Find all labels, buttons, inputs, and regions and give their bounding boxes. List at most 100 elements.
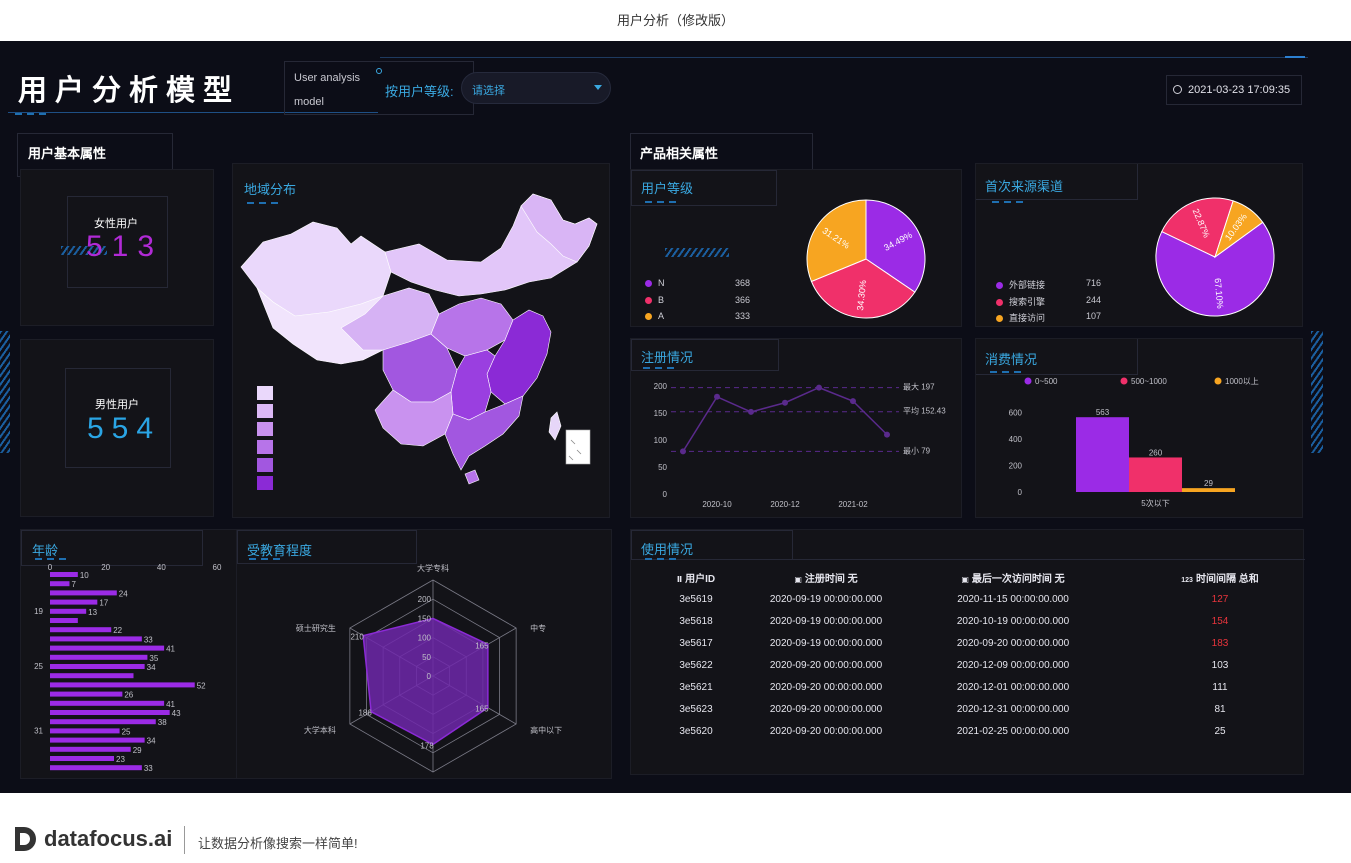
page-title-bar: 用户分析（修改版） — [0, 0, 1351, 41]
south-sea-inset — [565, 429, 591, 465]
registration-panel: 注册情况 0 50 100 150 200 最大 197 平均 152.43 最小 79 202… — [630, 338, 962, 518]
cell-last-visit: 2020-10-19 00:00:00.000 — [956, 615, 1070, 627]
age-bar[interactable] — [50, 572, 78, 577]
legend-item: A — [645, 311, 664, 321]
map-legend-swatch — [257, 404, 273, 418]
legend-label: A — [658, 311, 665, 321]
age-bar[interactable] — [50, 618, 78, 623]
table-row[interactable]: 3e5618 2020-09-19 00:00:00.000 2020-10-19 … — [631, 610, 1305, 632]
age-bar[interactable] — [50, 581, 70, 587]
age-bar[interactable] — [50, 719, 156, 725]
map-legend-swatch — [257, 440, 273, 454]
cell-register-time: 2020-09-20 00:00:00.000 — [769, 725, 883, 737]
map-region-south-central — [450, 349, 496, 421]
data-point[interactable] — [884, 431, 890, 438]
age-bar[interactable] — [50, 710, 170, 715]
bar[interactable] — [1076, 417, 1129, 492]
map-legend-swatch — [257, 476, 273, 490]
header-dash — [15, 113, 49, 115]
filter-label: 按用户等级: — [385, 84, 454, 99]
usage-table-header: Ⅱ 用户ID ▣ 注册时间 无 ▣ 最后一次访问时间 无 123 时间间隔 总和 — [631, 566, 1305, 588]
age-bar[interactable] — [50, 608, 87, 614]
legend-label: B — [658, 294, 665, 305]
cell-user-id: 3e5623 — [679, 703, 713, 715]
data-point[interactable] — [680, 448, 686, 455]
data-point[interactable] — [714, 393, 720, 400]
age-bar[interactable] — [50, 765, 142, 771]
side-hatch-left — [0, 331, 10, 453]
map-legend-swatch — [257, 422, 273, 436]
age-bar[interactable] — [50, 682, 195, 688]
level-select-value: 请选择 — [472, 85, 505, 97]
age-bar[interactable] — [50, 691, 123, 697]
table-row[interactable]: 3e5619 2020-09-19 00:00:00.000 2020-11-15 … — [631, 588, 1305, 610]
age-title: 年龄 — [32, 543, 59, 558]
female-panel: 女性用户 513 — [20, 169, 214, 326]
cell-user-id: 3e5620 — [679, 725, 713, 737]
education-panel: 受教育程度 050100150200大学专科中专165高中以下165博士研究生1… — [236, 529, 612, 779]
age-bar[interactable] — [50, 627, 112, 633]
col-interval-sum[interactable]: 123 时间间隔 总和 — [1135, 566, 1305, 588]
legend-label: N — [658, 278, 665, 288]
table-row[interactable]: 3e5622 2020-09-20 00:00:00.000 2020-12-09 … — [631, 654, 1305, 676]
age-bar[interactable] — [50, 636, 142, 642]
data-point[interactable] — [782, 399, 788, 406]
data-point[interactable] — [850, 398, 856, 405]
bar-value-label: 38 — [158, 718, 167, 727]
footer-divider — [184, 826, 185, 854]
radar-axis-label: 硕士研究生 — [296, 623, 336, 633]
data-point[interactable] — [748, 408, 754, 415]
cell-interval: 111 — [1212, 681, 1228, 693]
table-row[interactable]: 3e5617 2020-09-19 00:00:00.000 2020-09-20 … — [631, 632, 1305, 654]
age-bar[interactable] — [50, 645, 165, 651]
legend-dot — [1024, 377, 1032, 385]
footer-brand: datafocus.ai — [44, 826, 173, 851]
bar[interactable] — [1129, 457, 1182, 492]
cell-interval: 103 — [1211, 659, 1229, 671]
cell-last-visit: 2021-02-25 00:00:00.000 — [956, 725, 1070, 737]
x-tick-label: 0 — [48, 564, 53, 572]
age-bar[interactable] — [50, 737, 145, 743]
bar-value-label: 35 — [149, 654, 158, 663]
age-bar[interactable] — [50, 728, 120, 734]
col-last-visit[interactable]: ▣ 最后一次访问时间 无 — [891, 566, 1135, 588]
registration-line-chart: 0 50 100 150 200 最大 197 平均 152.43 最小 79 2020-10 2… — [654, 382, 947, 509]
map-legend-swatch — [257, 386, 273, 400]
bar[interactable] — [1182, 488, 1235, 492]
data-point[interactable] — [816, 384, 822, 391]
age-bar[interactable] — [50, 700, 165, 706]
table-row[interactable]: 3e5620 2020-09-20 00:00:00.000 2021-02-25 … — [631, 720, 1305, 742]
col-user-id[interactable]: Ⅱ 用户ID — [631, 566, 761, 588]
legend-label: 500~1000 — [1131, 377, 1167, 386]
reference-line-label: 最小 79 — [903, 446, 931, 455]
datafocus-logo-icon — [15, 827, 36, 851]
first-source-pie: 67.10%22.87% 10.03% — [1155, 197, 1275, 317]
legend-item: N — [645, 278, 665, 288]
age-bar[interactable] — [50, 756, 115, 761]
table-row[interactable]: 3e5621 2020-09-20 00:00:00.000 2020-12-01 … — [631, 676, 1305, 698]
legend-dot — [996, 298, 1003, 306]
age-bar[interactable] — [50, 654, 148, 660]
bar-value-label: 23 — [116, 755, 125, 764]
registration-series-line — [682, 386, 888, 452]
age-bar[interactable] — [50, 599, 98, 605]
bar-value-label: 10 — [80, 571, 89, 580]
legend-item: 外部链接 — [996, 278, 1045, 291]
consumption-title-box — [976, 339, 1138, 375]
age-bar[interactable] — [50, 746, 131, 752]
age-bar[interactable] — [50, 590, 117, 596]
table-row[interactable]: 3e5623 2020-09-20 00:00:00.000 2020-12-31 … — [631, 698, 1305, 720]
page-title: 用户分析（修改版） — [616, 13, 734, 28]
bar-value-label: 43 — [172, 709, 181, 718]
registration-title: 注册情况 — [641, 350, 694, 365]
bar-value-label: 17 — [99, 599, 108, 608]
age-bar[interactable] — [50, 664, 145, 669]
level-select[interactable]: 请选择 — [461, 72, 611, 104]
y-tick-label: 19 — [34, 607, 43, 616]
x-tick-label: 2020-10 — [702, 500, 732, 509]
male-count: 554 — [87, 412, 162, 445]
col-register-time[interactable]: ▣ 注册时间 无 — [761, 566, 891, 588]
age-bar[interactable] — [50, 673, 134, 679]
header-frame-line — [380, 57, 1308, 58]
datetime: 2021-03-23 17:09:35 — [1188, 84, 1291, 96]
